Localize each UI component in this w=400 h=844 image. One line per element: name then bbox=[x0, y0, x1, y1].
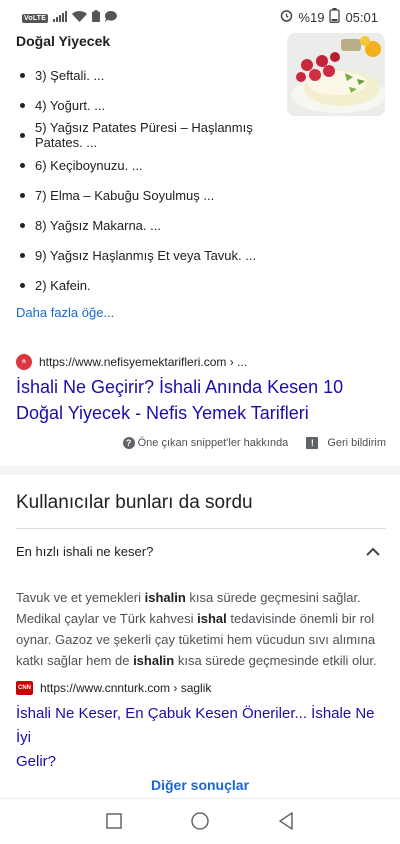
list-item-label: 4) Yoğurt. ... bbox=[35, 97, 106, 113]
list-item: 2) Kafein. bbox=[16, 270, 286, 300]
about-snippets-label: Öne çıkan snippet'ler hakkında bbox=[137, 437, 289, 449]
list-item-label: 6) Keçiboynuzu. ... bbox=[35, 157, 143, 173]
bullet-icon bbox=[20, 282, 25, 288]
paa-title-line2: Gelir? bbox=[16, 753, 57, 770]
alarm-icon bbox=[280, 9, 293, 25]
feedback-icon: ! bbox=[306, 437, 319, 449]
answer-text: Tavuk ve et yemekleri bbox=[16, 590, 145, 605]
snippet-footer: ? Öne çıkan snippet'ler hakkında ! Geri … bbox=[122, 437, 386, 449]
list-item: 7) Elma – Kabuğu Soyulmuş ... bbox=[16, 180, 286, 210]
clock: 05:01 bbox=[345, 9, 378, 25]
list-item-label: 7) Elma – Kabuğu Soyulmuş ... bbox=[35, 187, 215, 203]
bullet-icon bbox=[20, 222, 25, 228]
snippet-source-url: https://www.nefisyemektarifleri.com › ..… bbox=[39, 355, 248, 369]
battery-percent: %19 bbox=[298, 9, 325, 25]
paa-result-title[interactable]: İshali Ne Keser, En Çabuk Kesen Öneriler… bbox=[16, 702, 386, 774]
snippet-title-line1: İshali Ne Geçirir? İshali Anında Kesen 1… bbox=[16, 377, 344, 397]
about-snippets-link[interactable]: ? Öne çıkan snippet'ler hakkında bbox=[122, 437, 289, 449]
list-item: 3) Şeftali. ... bbox=[16, 60, 286, 90]
paa-title: Kullanıcılar bunları da sordu bbox=[16, 492, 253, 513]
list-item: 9) Yağsız Haşlanmış Et veya Tavuk. ... bbox=[16, 240, 286, 270]
help-icon: ? bbox=[122, 437, 135, 449]
battery-saver-icon bbox=[92, 9, 101, 27]
cnn-favicon-icon: CNN bbox=[16, 681, 33, 695]
answer-highlight: ishalin bbox=[144, 590, 186, 605]
paa-question[interactable]: En hızlı ishali ne keser? bbox=[16, 539, 386, 563]
section-divider bbox=[0, 466, 400, 475]
list-item: 4) Yoğurt. ... bbox=[16, 90, 286, 120]
list-item-label: 2) Kafein. bbox=[35, 277, 91, 293]
paa-source-url: https://www.cnnturk.com › saglik bbox=[40, 681, 212, 695]
paa-title-line1: İshali Ne Keser, En Çabuk Kesen Öneriler… bbox=[16, 705, 375, 746]
status-left: VoLTE bbox=[22, 9, 118, 27]
paa-question-label: En hızlı ishali ne keser? bbox=[16, 543, 154, 559]
bullet-icon bbox=[20, 162, 25, 168]
bullet-icon bbox=[20, 72, 25, 78]
chevron-up-icon[interactable] bbox=[366, 544, 380, 559]
list-item-label: 9) Yağsız Haşlanmış Et veya Tavuk. ... bbox=[35, 247, 257, 263]
battery-icon bbox=[329, 8, 341, 26]
back-icon[interactable] bbox=[274, 809, 298, 833]
wifi-icon bbox=[72, 9, 88, 27]
snippet-result-title[interactable]: İshali Ne Geçirir? İshali Anında Kesen 1… bbox=[16, 374, 386, 426]
snippet-title-line2: Doğal Yiyecek - Nefis Yemek Tarifleri bbox=[16, 403, 309, 423]
message-icon bbox=[105, 9, 118, 27]
bullet-icon bbox=[20, 252, 25, 258]
list-item: 8) Yağsız Makarna. ... bbox=[16, 210, 286, 240]
feedback-link[interactable]: ! Geri bildirim bbox=[306, 437, 386, 449]
paa-answer: Tavuk ve et yemekleri ishalin kısa süred… bbox=[16, 587, 388, 671]
snippet-source[interactable]: n https://www.nefisyemektarifleri.com › … bbox=[16, 354, 247, 370]
snippet-heading: Doğal Yiyecek bbox=[16, 33, 111, 49]
answer-text: kısa sürede geçmesinde etkili olur. bbox=[174, 653, 377, 668]
bullet-icon bbox=[20, 102, 25, 108]
list-item: 5) Yağsız Patates Püresi – Haşlanmış Pat… bbox=[16, 120, 286, 150]
answer-highlight: ishal bbox=[197, 611, 227, 626]
snippet-image[interactable] bbox=[287, 33, 385, 116]
snippet-list: 3) Şeftali. ... 4) Yoğurt. ... 5) Yağsız… bbox=[16, 60, 286, 300]
home-icon[interactable] bbox=[188, 809, 212, 833]
bullet-icon bbox=[20, 192, 25, 198]
signal-icon bbox=[53, 9, 68, 27]
list-item-label: 5) Yağsız Patates Püresi – Haşlanmış Pat… bbox=[35, 120, 253, 150]
paa-divider bbox=[16, 528, 386, 529]
list-item-label: 3) Şeftali. ... bbox=[35, 67, 105, 83]
more-items-link[interactable]: Daha fazla öğe... bbox=[16, 305, 114, 320]
navigation-bar bbox=[0, 798, 400, 844]
status-right: %19 05:01 bbox=[280, 8, 378, 26]
status-bar: VoLTE %19 05:01 bbox=[0, 0, 400, 30]
nefis-favicon-icon: n bbox=[16, 354, 32, 370]
feedback-label: Geri bildirim bbox=[327, 437, 386, 449]
paa-source[interactable]: CNN https://www.cnnturk.com › saglik bbox=[16, 681, 211, 695]
bullet-icon bbox=[20, 132, 25, 138]
more-results-button[interactable]: Diğer sonuçlar bbox=[0, 777, 400, 793]
answer-highlight: ishalin bbox=[133, 653, 175, 668]
recent-apps-icon[interactable] bbox=[102, 809, 126, 833]
list-item: 6) Keçiboynuzu. ... bbox=[16, 150, 286, 180]
list-item-label: 8) Yağsız Makarna. ... bbox=[35, 217, 161, 233]
volte-icon: VoLTE bbox=[22, 13, 49, 23]
